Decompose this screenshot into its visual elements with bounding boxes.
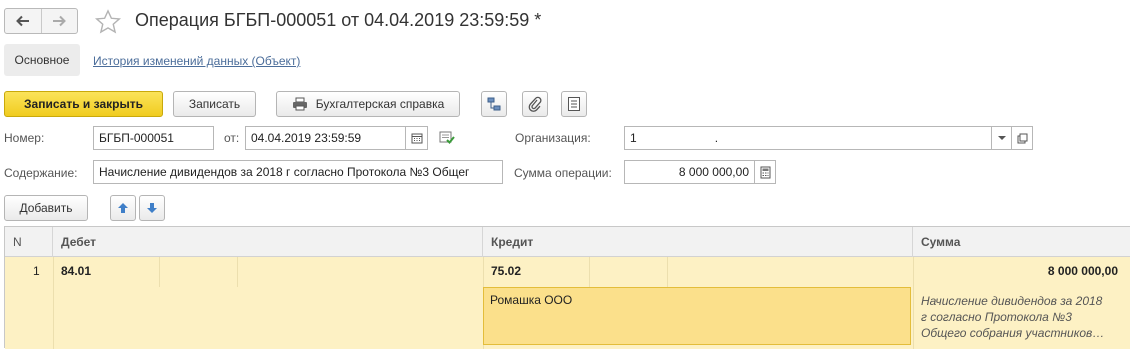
document-list-icon bbox=[568, 97, 580, 111]
column-header-amount[interactable]: Сумма bbox=[913, 227, 1130, 257]
structure-button[interactable] bbox=[481, 91, 507, 117]
paperclip-icon bbox=[528, 96, 542, 112]
amount-field[interactable]: 8 000 000,00 bbox=[624, 160, 755, 184]
row-number: 1 bbox=[33, 264, 40, 278]
favorite-star-icon[interactable] bbox=[94, 8, 122, 36]
calculator-icon bbox=[760, 166, 770, 178]
tab-main[interactable]: Основное bbox=[4, 44, 80, 76]
amount-label: Сумма операции: bbox=[514, 166, 612, 180]
hierarchy-icon bbox=[487, 97, 501, 111]
arrow-up-icon bbox=[118, 203, 128, 213]
printer-icon bbox=[292, 97, 307, 111]
arrow-down-icon bbox=[147, 203, 157, 213]
column-divider bbox=[53, 257, 54, 349]
open-window-icon bbox=[1017, 133, 1027, 143]
organization-field[interactable]: 1 . bbox=[624, 126, 992, 150]
column-divider bbox=[667, 257, 668, 287]
save-and-close-button[interactable]: Записать и закрыть bbox=[4, 91, 163, 117]
number-field[interactable]: БГБП-000051 bbox=[93, 126, 214, 150]
chevron-down-icon bbox=[997, 136, 1006, 140]
credit-subconto-cell[interactable]: Ромашка ООО bbox=[483, 287, 911, 345]
print-report-label: Бухгалтерская справка bbox=[315, 97, 445, 111]
column-header-n[interactable]: N bbox=[5, 227, 53, 257]
organization-dropdown-button[interactable] bbox=[992, 126, 1012, 150]
table-header: N Дебет Кредит Сумма bbox=[5, 227, 1130, 257]
number-label: Номер: bbox=[4, 131, 45, 145]
add-row-button[interactable]: Добавить bbox=[4, 195, 88, 221]
calendar-button[interactable] bbox=[406, 126, 428, 150]
date-field[interactable]: 04.04.2019 23:59:59 bbox=[245, 126, 406, 150]
organization-open-button[interactable] bbox=[1012, 126, 1033, 150]
list-button[interactable] bbox=[561, 91, 587, 117]
content-field[interactable]: Начисление дивидендов за 2018 г согласно… bbox=[93, 160, 503, 184]
column-header-debit[interactable]: Дебет bbox=[53, 227, 483, 257]
row-comment-line: г согласно Протокола №3 bbox=[921, 310, 1072, 324]
row-comment-line: Начисление дивидендов за 2018 bbox=[921, 294, 1103, 308]
credit-account[interactable]: 75.02 bbox=[491, 264, 521, 278]
column-header-credit[interactable]: Кредит bbox=[483, 227, 913, 257]
row-comment-line: Общего собрания участников… bbox=[921, 326, 1105, 340]
row-comment[interactable]: Начисление дивидендов за 2018 г согласно… bbox=[921, 293, 1125, 341]
column-divider bbox=[913, 257, 914, 349]
forward-button[interactable] bbox=[40, 9, 78, 33]
row-amount[interactable]: 8 000 000,00 bbox=[1048, 264, 1118, 278]
column-divider bbox=[159, 257, 160, 287]
print-report-button[interactable]: Бухгалтерская справка bbox=[276, 91, 460, 117]
post-status-icon[interactable] bbox=[439, 131, 455, 148]
column-divider bbox=[237, 257, 238, 287]
tab-history-link[interactable]: История изменений данных (Объект) bbox=[93, 54, 300, 68]
date-label: от: bbox=[224, 131, 240, 145]
arrow-left-icon bbox=[15, 15, 29, 27]
content-label: Содержание: bbox=[4, 166, 78, 180]
calendar-icon bbox=[411, 133, 422, 144]
calculator-button[interactable] bbox=[755, 160, 776, 184]
arrow-right-icon bbox=[53, 15, 67, 27]
column-divider bbox=[589, 257, 590, 287]
back-button[interactable] bbox=[5, 9, 41, 33]
attachments-button[interactable] bbox=[522, 91, 548, 117]
history-nav bbox=[4, 8, 78, 34]
move-up-button[interactable] bbox=[110, 195, 136, 221]
organization-label: Организация: bbox=[515, 131, 591, 145]
save-button[interactable]: Записать bbox=[173, 91, 256, 117]
organization-value-tail: . bbox=[714, 131, 719, 145]
page-title: Операция БГБП-000051 от 04.04.2019 23:59… bbox=[135, 10, 542, 30]
debit-account[interactable]: 84.01 bbox=[61, 264, 91, 278]
move-down-button[interactable] bbox=[139, 195, 165, 221]
organization-value: 1 bbox=[630, 131, 637, 145]
entries-table: N Дебет Кредит Сумма 1 84.01 75.02 8 000… bbox=[4, 226, 1130, 349]
